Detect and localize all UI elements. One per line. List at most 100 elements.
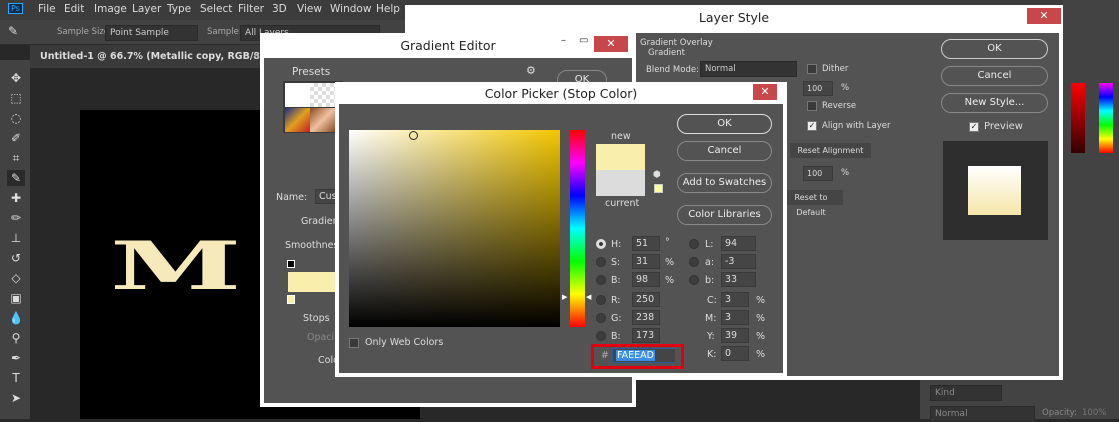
color-picker-close-button[interactable]: ✕ <box>753 84 777 100</box>
l-radio[interactable] <box>689 239 699 249</box>
k-input[interactable]: 0 <box>721 346 749 361</box>
layer-style-cancel-button[interactable]: Cancel <box>941 66 1048 86</box>
history-brush-tool-icon[interactable]: ↺ <box>7 250 25 266</box>
brightness-radio[interactable] <box>596 275 606 285</box>
reverse-checkbox[interactable] <box>807 101 817 111</box>
eyedropper-tool-icon[interactable]: ✎ <box>7 170 25 186</box>
menu-help[interactable]: Help <box>376 3 400 15</box>
color-libraries-button[interactable]: Color Libraries <box>677 205 772 225</box>
color-picker-ok-button[interactable]: OK <box>677 114 772 134</box>
blue-input[interactable]: 173 <box>632 328 660 343</box>
menu-layer[interactable]: Layer <box>132 3 161 15</box>
eraser-tool-icon[interactable]: ◇ <box>7 270 25 286</box>
preview-checkbox[interactable]: ✓ <box>969 122 979 132</box>
sample-size-select[interactable]: Point Sample <box>105 25 198 41</box>
l-input[interactable]: 94 <box>721 236 756 251</box>
color-field[interactable] <box>349 130 560 327</box>
menu-type[interactable]: Type <box>167 3 191 15</box>
hue-slider-left-arrow[interactable]: ▶ <box>562 293 567 301</box>
y-input[interactable]: 39 <box>721 328 749 343</box>
color-stop[interactable] <box>287 295 295 304</box>
opacity-input[interactable]: 100 <box>803 81 833 96</box>
r-input[interactable]: 250 <box>632 292 660 307</box>
g-input[interactable]: 238 <box>632 310 660 325</box>
layer-style-ok-button[interactable]: OK <box>941 39 1048 59</box>
dither-checkbox[interactable] <box>807 64 817 74</box>
out-of-gamut-cube-icon[interactable]: ⬢ <box>653 170 661 180</box>
quick-select-tool-icon[interactable]: ✐ <box>7 130 25 146</box>
marquee-tool-icon[interactable]: ⬚ <box>7 90 25 106</box>
a-radio[interactable] <box>689 257 699 267</box>
dodge-tool-icon[interactable]: ⚲ <box>7 330 25 346</box>
preset-swatch[interactable] <box>310 83 335 107</box>
stamp-tool-icon[interactable]: ⊥ <box>7 230 25 246</box>
hue-ramp[interactable] <box>1099 83 1113 153</box>
menu-view[interactable]: View <box>297 3 322 15</box>
hex-input[interactable]: FAEEAD <box>612 348 676 363</box>
menu-window[interactable]: Window <box>330 3 371 15</box>
m-input[interactable]: 3 <box>721 310 749 325</box>
opacity-stop[interactable] <box>287 260 295 268</box>
brush-tool-icon[interactable]: ✏ <box>7 210 25 226</box>
blend-mode-label: Blend Mode: <box>646 65 699 75</box>
only-web-colors-checkbox[interactable] <box>349 338 359 348</box>
move-tool-icon[interactable]: ✥ <box>7 70 25 86</box>
current-color-swatch[interactable] <box>596 170 645 196</box>
healing-tool-icon[interactable]: ✚ <box>7 190 25 206</box>
layer-kind-filter[interactable]: Kind <box>930 385 1002 401</box>
reset-alignment-button[interactable]: Reset Alignment <box>790 143 871 158</box>
type-tool-icon[interactable]: T <box>7 370 25 386</box>
menu-filter[interactable]: Filter <box>238 3 264 15</box>
crop-tool-icon[interactable]: ⌗ <box>7 150 25 166</box>
color-ramp[interactable] <box>1071 83 1085 153</box>
h-input[interactable]: 51 <box>632 236 660 251</box>
color-field-cursor[interactable] <box>409 131 418 140</box>
color-picker-dialog: Color Picker (Stop Color) ✕ ▶ ◀ new curr… <box>335 82 787 377</box>
layer-opacity-value[interactable]: 100% <box>1082 408 1106 418</box>
minimize-icon[interactable]: – <box>561 35 566 46</box>
lab-b-radio[interactable] <box>689 275 699 285</box>
presets-grid[interactable] <box>283 81 343 133</box>
path-select-tool-icon[interactable]: ➤ <box>7 390 25 406</box>
menu-select[interactable]: Select <box>200 3 232 15</box>
hue-slider[interactable] <box>570 130 585 327</box>
layer-blend-select[interactable]: Normal <box>930 406 1035 422</box>
preset-swatch[interactable] <box>285 83 310 107</box>
eyedropper-icon[interactable]: ✎ <box>8 24 18 38</box>
scale-input[interactable]: 100 <box>803 166 833 181</box>
menu-file[interactable]: File <box>38 3 56 15</box>
gradient-editor-close-button[interactable]: ✕ <box>594 36 628 52</box>
reset-to-default-button[interactable]: Reset to Default <box>779 190 843 217</box>
blend-mode-select[interactable]: Normal <box>700 61 797 77</box>
preset-swatch[interactable] <box>310 108 335 132</box>
menu-image[interactable]: Image <box>94 3 127 15</box>
layer-style-close-button[interactable]: ✕ <box>1027 8 1061 24</box>
maximize-icon[interactable]: ▭ <box>579 35 588 46</box>
h-unit: ° <box>665 237 670 248</box>
blue-radio[interactable] <box>596 331 606 341</box>
menu-edit[interactable]: Edit <box>64 3 84 15</box>
lasso-tool-icon[interactable]: ◌ <box>7 110 25 126</box>
presets-gear-icon[interactable]: ⚙ <box>526 64 536 77</box>
s-input[interactable]: 31 <box>632 254 660 269</box>
gradient-tool-icon[interactable]: ▣ <box>7 290 25 306</box>
hue-radio[interactable] <box>596 239 606 249</box>
web-safe-swatch[interactable] <box>654 184 663 193</box>
new-style-button[interactable]: New Style... <box>941 93 1048 113</box>
green-radio[interactable] <box>596 313 606 323</box>
saturation-radio[interactable] <box>596 257 606 267</box>
sample-label: Sample: <box>207 27 242 37</box>
blur-tool-icon[interactable]: 💧 <box>7 310 25 326</box>
hue-slider-right-arrow[interactable]: ◀ <box>586 293 591 301</box>
menu-3d[interactable]: 3D <box>272 3 287 15</box>
b-input[interactable]: 98 <box>632 272 660 287</box>
lab-b-input[interactable]: 33 <box>721 272 756 287</box>
red-radio[interactable] <box>596 295 606 305</box>
align-with-layer-checkbox[interactable]: ✓ <box>807 121 817 131</box>
add-to-swatches-button[interactable]: Add to Swatches <box>677 173 772 193</box>
pen-tool-icon[interactable]: ✒ <box>7 350 25 366</box>
color-picker-cancel-button[interactable]: Cancel <box>677 141 772 161</box>
a-input[interactable]: -3 <box>721 254 756 269</box>
c-input[interactable]: 3 <box>721 292 749 307</box>
preset-swatch[interactable] <box>285 108 310 132</box>
